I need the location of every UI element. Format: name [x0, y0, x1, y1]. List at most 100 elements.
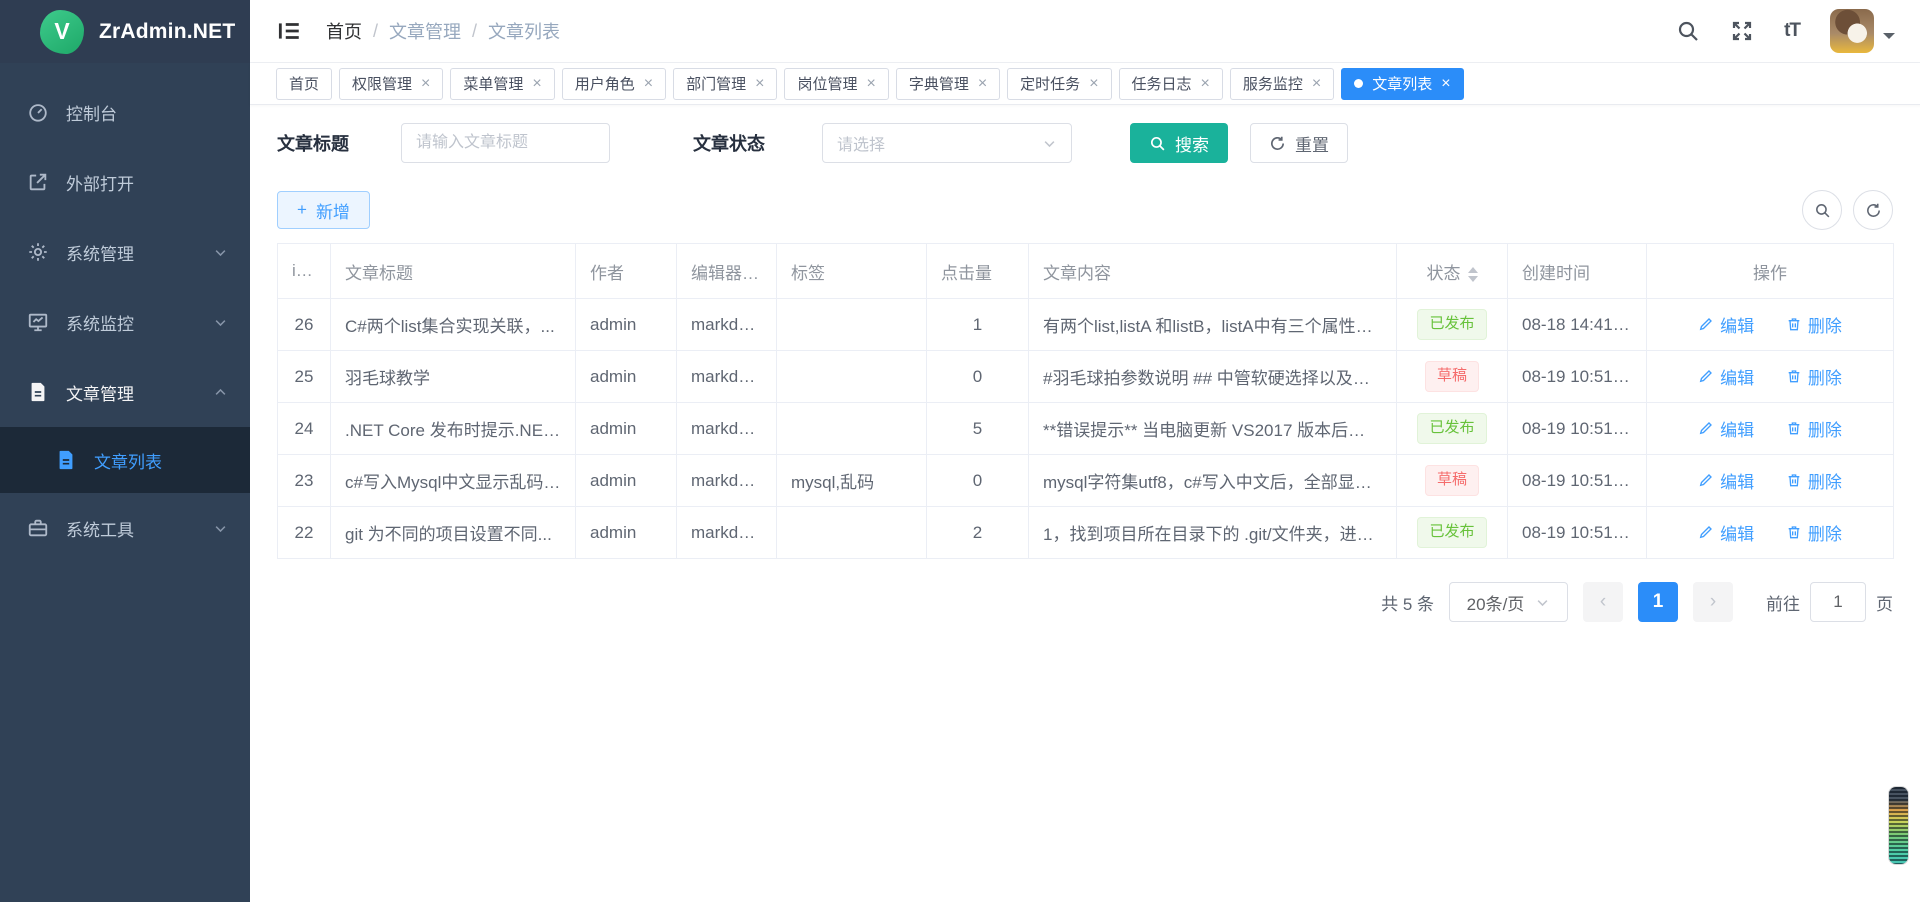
goto-page-input[interactable] — [1810, 582, 1866, 622]
user-menu[interactable] — [1830, 9, 1895, 53]
status-badge: 草稿 — [1425, 465, 1479, 496]
reset-button[interactable]: 重置 — [1250, 123, 1348, 163]
tab-service-monitor[interactable]: 服务监控 × — [1230, 68, 1334, 100]
tab-home[interactable]: 首页 — [276, 68, 332, 100]
tab-user-role[interactable]: 用户角色× — [562, 68, 666, 100]
close-icon[interactable]: × — [1201, 76, 1210, 92]
delete-button[interactable]: 删除 — [1786, 364, 1842, 389]
cell-created: 08-19 10:51:22 — [1508, 507, 1647, 559]
delete-button[interactable]: 删除 — [1786, 520, 1842, 545]
column-header-content: 文章内容 — [1029, 244, 1397, 299]
sidebar-item-label: 系统工具 — [66, 516, 213, 541]
sidebar-item-external[interactable]: 外部打开 — [0, 147, 250, 217]
sort-icon[interactable] — [1468, 267, 1478, 282]
close-icon[interactable]: × — [755, 76, 764, 92]
close-icon[interactable]: × — [978, 76, 987, 92]
cell-actions: 编辑 删除 — [1647, 403, 1894, 455]
external-link-icon — [27, 171, 49, 193]
search-icon[interactable] — [1676, 19, 1700, 43]
breadcrumb-home[interactable]: 首页 — [326, 18, 362, 44]
refresh-table-button[interactable] — [1853, 190, 1893, 230]
table-header-row: id 文章标题 作者 编辑器类型 标签 点击量 文章内容 状态 创建时间 操作 — [278, 244, 1894, 299]
status-badge: 已发布 — [1417, 413, 1486, 444]
next-page-button[interactable]: › — [1693, 582, 1733, 622]
delete-button[interactable]: 删除 — [1786, 312, 1842, 337]
tab-dict-manage[interactable]: 字典管理× — [896, 68, 1000, 100]
page-content: 文章标题 文章状态 请选择 搜索 重置 + — [250, 105, 1920, 902]
document-icon — [27, 381, 49, 403]
sidebar-item-dashboard[interactable]: 控制台 — [0, 77, 250, 147]
cell-hits: 0 — [927, 455, 1029, 507]
toggle-search-button[interactable] — [1802, 190, 1842, 230]
status-badge: 草稿 — [1425, 361, 1479, 392]
avatar[interactable] — [1830, 9, 1874, 53]
tab-task-log[interactable]: 任务日志× — [1119, 68, 1223, 100]
page-size-select[interactable]: 20条/页 — [1449, 582, 1568, 622]
app-logo[interactable]: V ZrAdmin.NET — [0, 0, 250, 63]
delete-button[interactable]: 删除 — [1786, 468, 1842, 493]
search-icon — [1814, 202, 1831, 219]
delete-button[interactable]: 删除 — [1786, 416, 1842, 441]
cell-tags: mysql,乱码 — [777, 455, 927, 507]
chevron-up-icon — [213, 385, 228, 400]
close-icon[interactable]: × — [1441, 76, 1450, 92]
cell-created: 08-19 10:51:27 — [1508, 403, 1647, 455]
sidebar-item-article-manage[interactable]: 文章管理 — [0, 357, 250, 427]
tab-dept-manage[interactable]: 部门管理× — [673, 68, 777, 100]
pencil-icon — [1698, 524, 1714, 540]
sidebar-item-label: 控制台 — [66, 100, 228, 125]
refresh-icon — [1865, 202, 1882, 219]
tab-article-list[interactable]: 文章列表× — [1341, 68, 1463, 100]
prev-page-button[interactable]: ‹ — [1583, 582, 1623, 622]
tab-menu-manage[interactable]: 菜单管理× — [450, 68, 554, 100]
cell-id: 22 — [278, 507, 331, 559]
close-icon[interactable]: × — [1312, 76, 1321, 92]
column-header-author: 作者 — [576, 244, 677, 299]
pagination: 共 5 条 20条/页 ‹ 1 › 前往 页 — [277, 582, 1893, 622]
fullscreen-icon[interactable] — [1730, 19, 1754, 43]
close-icon[interactable]: × — [644, 76, 653, 92]
cell-content: 有两个list,listA 和listB，listA中有三个属性列为St... — [1029, 299, 1397, 351]
tab-post-manage[interactable]: 岗位管理× — [784, 68, 888, 100]
close-icon[interactable]: × — [532, 76, 541, 92]
sort-icon[interactable] — [312, 264, 322, 279]
tab-label: 服务监控 — [1243, 73, 1303, 94]
scrollbar-widget[interactable] — [1889, 787, 1908, 864]
cell-editor: markdown — [677, 351, 777, 403]
cell-author: admin — [576, 299, 677, 351]
app-title: ZrAdmin.NET — [99, 20, 235, 44]
article-status-select[interactable]: 请选择 — [822, 123, 1072, 163]
tab-permission[interactable]: 权限管理× — [339, 68, 443, 100]
sidebar-item-system-tools[interactable]: 系统工具 — [0, 493, 250, 563]
close-icon[interactable]: × — [1089, 76, 1098, 92]
page-number-button[interactable]: 1 — [1638, 582, 1678, 622]
cell-author: admin — [576, 455, 677, 507]
cell-author: admin — [576, 403, 677, 455]
cell-id: 26 — [278, 299, 331, 351]
edit-button[interactable]: 编辑 — [1698, 468, 1754, 493]
cell-created: 08-18 14:41:36 — [1508, 299, 1647, 351]
sidebar-item-system-manage[interactable]: 系统管理 — [0, 217, 250, 287]
cell-editor: markdown — [677, 507, 777, 559]
font-size-icon[interactable]: tT — [1784, 20, 1800, 42]
column-header-id[interactable]: id — [278, 244, 331, 299]
article-title-input[interactable] — [401, 123, 610, 163]
tab-label: 定时任务 — [1020, 73, 1080, 94]
column-header-status[interactable]: 状态 — [1397, 244, 1508, 299]
close-icon[interactable]: × — [866, 76, 875, 92]
breadcrumb-article-list[interactable]: 文章列表 — [488, 18, 560, 44]
sidebar-item-article-list[interactable]: 文章列表 — [0, 427, 250, 493]
close-icon[interactable]: × — [421, 76, 430, 92]
search-button[interactable]: 搜索 — [1130, 123, 1228, 163]
cell-id: 23 — [278, 455, 331, 507]
breadcrumb-article-manage[interactable]: 文章管理 — [389, 18, 461, 44]
cell-content: **错误提示** 当电脑更新 VS2017 版本后，如果... — [1029, 403, 1397, 455]
sidebar-item-system-monitor[interactable]: 系统监控 — [0, 287, 250, 357]
tab-cron-task[interactable]: 定时任务 × — [1007, 68, 1111, 100]
collapse-sidebar-icon[interactable] — [276, 18, 302, 44]
add-button[interactable]: + 新增 — [277, 191, 370, 229]
edit-button[interactable]: 编辑 — [1698, 312, 1754, 337]
edit-button[interactable]: 编辑 — [1698, 520, 1754, 545]
edit-button[interactable]: 编辑 — [1698, 416, 1754, 441]
edit-button[interactable]: 编辑 — [1698, 364, 1754, 389]
